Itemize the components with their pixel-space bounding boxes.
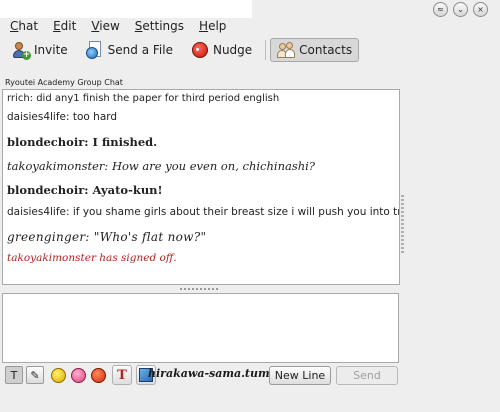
toolbar-separator (265, 40, 267, 60)
text-style-icon[interactable]: T (112, 365, 132, 385)
group-chat-title: Ryoutei Academy Group Chat (5, 78, 123, 87)
shade-icon[interactable]: ≈ (433, 2, 448, 17)
toolbar: + Invite Send a File Nudge Contacts (5, 37, 495, 63)
invite-label: Invite (34, 43, 68, 57)
side-splitter[interactable] (401, 195, 404, 255)
chat-message: blondechoir: Ayato-kun! (7, 183, 163, 197)
contacts-label: Contacts (299, 43, 353, 57)
invite-icon: + (12, 41, 31, 60)
pen-icon[interactable]: ✎ (26, 366, 44, 384)
nudge-button[interactable]: Nudge (184, 38, 259, 62)
menu-settings[interactable]: Settings (135, 19, 184, 37)
message-input[interactable] (2, 293, 399, 363)
menu-edit-mnemonic: E (53, 19, 61, 33)
chat-message: blondechoir: I finished. (7, 135, 158, 149)
send-file-button[interactable]: Send a File (79, 38, 180, 62)
contacts-icon (277, 41, 296, 59)
system-message: takoyakimonster has signed off. (7, 252, 177, 264)
close-icon[interactable]: × (473, 2, 488, 17)
menu-settings-label: ettings (142, 19, 185, 33)
nudge-small-icon[interactable] (91, 367, 106, 383)
send-file-label: Send a File (107, 43, 173, 57)
invite-button[interactable]: + Invite (5, 38, 75, 62)
chat-message: takoyakimonster: How are you even on, ch… (7, 159, 315, 173)
menu-help[interactable]: Help (199, 19, 226, 37)
menu-edit-label: dit (60, 19, 77, 33)
contacts-button[interactable]: Contacts (270, 38, 360, 62)
title-blank (0, 0, 252, 18)
title-bar: ≈ ⌄ × (0, 0, 500, 18)
wink-icon[interactable] (71, 367, 86, 383)
menu-chat-label: hat (18, 19, 39, 33)
smiley-icon[interactable] (51, 367, 66, 383)
menu-help-mnemonic: H (199, 19, 209, 33)
chat-message: daisies4life: if you shame girls about t… (7, 206, 400, 218)
new-line-button[interactable]: New Line (269, 366, 331, 385)
nudge-label: Nudge (212, 43, 253, 57)
minimize-icon[interactable]: ⌄ (453, 2, 468, 17)
pane-splitter[interactable] (2, 286, 400, 292)
window-controls: ≈ ⌄ × (433, 2, 488, 17)
menu-view-label: iew (99, 19, 120, 33)
menu-help-label: elp (208, 19, 227, 33)
chat-message: greenginger: "Who's flat now?" (7, 230, 207, 244)
send-file-icon (85, 41, 104, 59)
chat-message: daisies4life: too hard (7, 111, 118, 123)
menu-bar: Chat Edit View Settings Help (0, 19, 500, 37)
send-button[interactable]: Send (336, 366, 398, 385)
menu-edit[interactable]: Edit (53, 19, 76, 37)
chat-history[interactable]: rrich: did any1 finish the paper for thi… (2, 89, 400, 285)
text-format-icon[interactable]: T (5, 366, 23, 384)
nudge-icon (191, 41, 209, 59)
menu-chat[interactable]: Chat (10, 19, 38, 37)
menu-view[interactable]: View (91, 19, 119, 37)
chat-message: rrich: did any1 finish the paper for thi… (7, 93, 280, 104)
